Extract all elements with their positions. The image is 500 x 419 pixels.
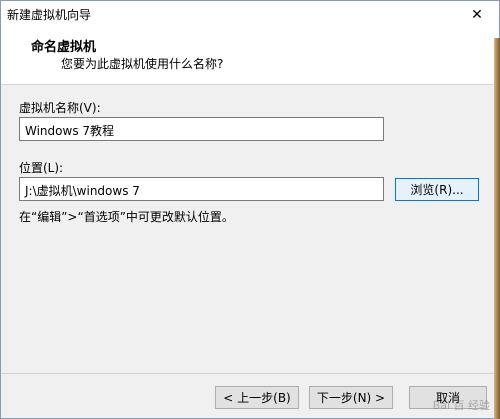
location-input[interactable]: J:\虚拟机\windows 7 <box>19 177 384 201</box>
background-window-edge <box>494 38 500 419</box>
watermark-logo: Bai 百 经验 <box>432 399 490 412</box>
location-label: 位置(L): <box>19 161 64 175</box>
vm-name-input[interactable]: Windows 7教程 <box>19 117 384 141</box>
vm-name-label: 虚拟机名称(V): <box>19 101 101 115</box>
new-vm-wizard-window: 新建虚拟机向导 ✕ 命名虚拟机 您要为此虚拟机使用什么名称? 虚拟机名称(V):… <box>0 0 500 419</box>
browse-button[interactable]: 浏览(R)... <box>395 178 479 201</box>
default-location-hint: 在“编辑”>“首选项”中可更改默认位置。 <box>19 210 234 224</box>
close-icon[interactable]: ✕ <box>455 1 499 29</box>
back-button[interactable]: < 上一步(B) <box>215 386 299 409</box>
next-button[interactable]: 下一步(N) > <box>309 386 393 409</box>
page-subtitle: 您要为此虚拟机使用什么名称? <box>61 57 224 71</box>
footer-divider <box>1 373 499 374</box>
title-bar: 新建虚拟机向导 ✕ <box>1 1 499 29</box>
page-title: 命名虚拟机 <box>31 40 97 55</box>
window-title: 新建虚拟机向导 <box>7 8 92 22</box>
wizard-header: 命名虚拟机 您要为此虚拟机使用什么名称? <box>1 29 499 85</box>
